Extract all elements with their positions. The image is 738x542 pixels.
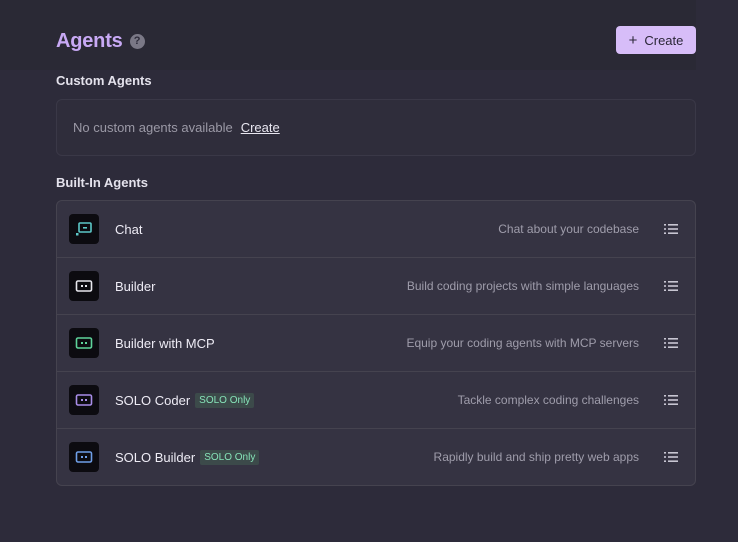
agent-row-solo-builder[interactable]: SOLO Builder SOLO Only Rapidly build and… (57, 429, 695, 485)
list-menu-icon[interactable] (664, 394, 678, 406)
create-custom-agent-link[interactable]: Create (241, 120, 280, 135)
title-row: Agents ? (56, 28, 145, 54)
custom-agents-heading: Custom Agents (56, 73, 152, 88)
built-in-agents-list: Chat Chat about your codebase Builder Bu… (56, 200, 696, 486)
builder-icon (69, 271, 99, 301)
list-menu-icon[interactable] (664, 223, 678, 235)
agent-description: Tackle complex coding challenges (457, 393, 639, 407)
solo-coder-icon (69, 385, 99, 415)
agent-row-builder-mcp[interactable]: Builder with MCP Equip your coding agent… (57, 315, 695, 372)
empty-state-text: No custom agents available (73, 120, 233, 135)
builder-mcp-icon (69, 328, 99, 358)
solo-only-badge: SOLO Only (195, 392, 255, 408)
agent-row-solo-coder[interactable]: SOLO Coder SOLO Only Tackle complex codi… (57, 372, 695, 429)
agent-row-builder[interactable]: Builder Build coding projects with simpl… (57, 258, 695, 315)
agent-description: Equip your coding agents with MCP server… (406, 336, 639, 350)
create-agent-button[interactable]: + Create (616, 26, 696, 54)
custom-agents-panel: No custom agents available Create (56, 99, 696, 156)
help-icon[interactable]: ? (129, 33, 145, 49)
agent-description: Build coding projects with simple langua… (406, 279, 639, 293)
agent-description: Chat about your codebase (498, 222, 639, 236)
list-menu-icon[interactable] (664, 280, 678, 292)
agent-name: SOLO Builder (115, 449, 196, 465)
create-button-label: Create (644, 32, 684, 48)
solo-only-badge: SOLO Only (200, 449, 260, 465)
agent-description: Rapidly build and ship pretty web apps (433, 450, 639, 464)
built-in-agents-heading: Built-In Agents (56, 175, 148, 190)
list-menu-icon[interactable] (664, 337, 678, 349)
chat-bubble-icon (69, 214, 99, 244)
agent-row-chat[interactable]: Chat Chat about your codebase (57, 201, 695, 258)
page-title: Agents (56, 29, 123, 52)
agent-name: Builder with MCP (115, 335, 215, 351)
plus-icon: + (628, 31, 638, 49)
solo-builder-icon (69, 442, 99, 472)
agent-name: Chat (115, 221, 143, 237)
agent-name: Builder (115, 278, 156, 294)
list-menu-icon[interactable] (664, 451, 678, 463)
agent-name: SOLO Coder (115, 392, 191, 408)
